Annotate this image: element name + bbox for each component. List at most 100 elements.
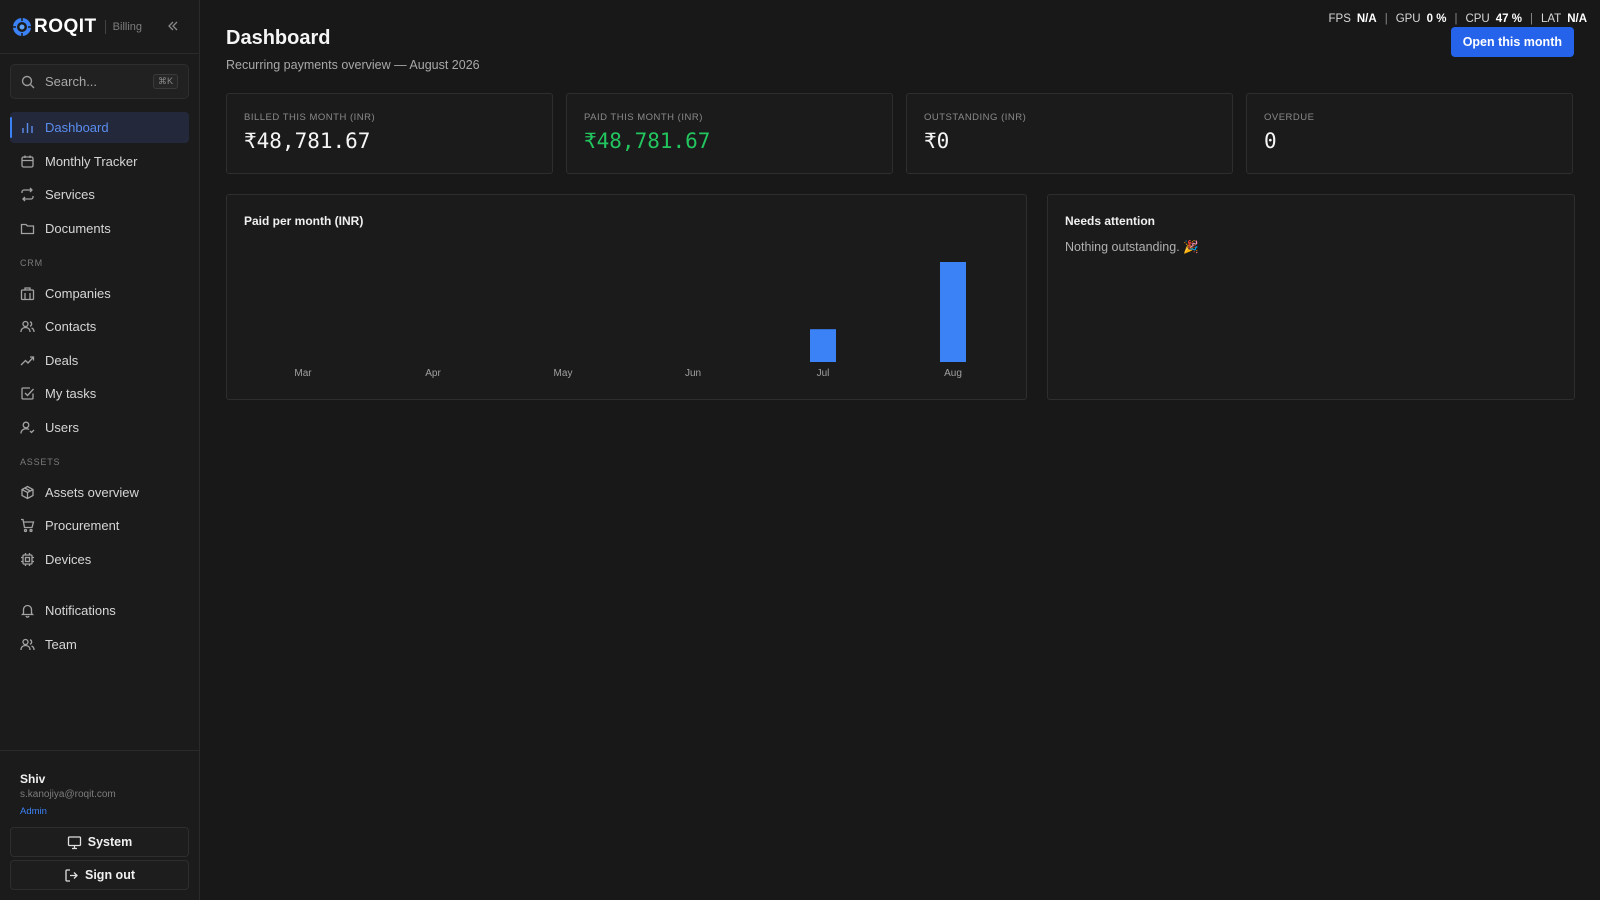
sidebar-item-label: Deals [45,352,79,368]
section-label-assets: ASSETS [20,456,61,467]
billed-card: BILLED THIS MONTH (INR) ₹48,781.67 [226,93,553,174]
sidebar-item-label: Dashboard [45,120,109,135]
bar-chart-icon [20,120,35,135]
sidebar-item-team[interactable]: Team [10,629,189,660]
search-placeholder: Search... [45,74,98,89]
building-icon [20,286,35,301]
sidebar-item-devices[interactable]: Devices [10,544,189,575]
outstanding-card: OUTSTANDING (INR) ₹0 [906,93,1233,174]
sidebar-item-label: Contacts [45,319,97,334]
user-check-icon [20,420,35,435]
trending-up-icon [20,353,35,368]
brand-subtitle: Billing [112,20,143,33]
overdue-card: OVERDUE 0 [1246,93,1573,174]
x-tick-label: May [554,368,573,379]
gpu-value: 0 % [1426,13,1447,25]
sidebar-item-label: Team [45,636,77,652]
sidebar-item-deals[interactable]: Deals [10,345,189,376]
sign-out-button[interactable]: Sign out [10,860,189,890]
sidebar: ROQIT Billing Search... ⌘K Dashboard Mon… [0,0,200,900]
theme-system-label: System [87,835,133,849]
bar-jul [810,329,836,362]
search-input[interactable]: Search... ⌘K [10,64,189,99]
stats-divider: | [1384,13,1388,25]
x-tick-label: Jul [817,368,830,379]
sidebar-item-assets-overview[interactable]: Assets overview [10,477,189,508]
brand-header: ROQIT Billing [0,0,199,54]
sidebar-item-label: Documents [45,220,111,236]
cpu-label: CPU [1465,13,1490,25]
check-square-icon [20,386,35,401]
user-email: s.kanojiya@roqit.com [20,789,116,800]
attention-message: Nothing outstanding. 🎉 [1065,240,1199,254]
sign-out-label: Sign out [85,868,135,882]
cart-icon [20,518,35,533]
fps-label: FPS [1328,13,1351,25]
sidebar-item-procurement[interactable]: Procurement [10,510,189,541]
sidebar-item-companies[interactable]: Companies [10,278,189,309]
user-role-badge: Admin [20,806,47,817]
sidebar-item-documents[interactable]: Documents [10,213,189,244]
page-subtitle: Recurring payments overview — August 202… [226,58,480,72]
card-value: ₹48,781.67 [244,129,371,153]
collapse-sidebar-icon[interactable] [165,18,181,34]
paid-per-month-chart: Paid per month (INR) Mar Apr May Jun Jul Aug [226,194,1027,400]
summary-cards: BILLED THIS MONTH (INR) ₹48,781.67 PAID … [226,93,1573,174]
cpu-value: 47 % [1495,13,1522,25]
sidebar-item-label: Services [45,187,95,202]
needs-attention-panel: Needs attention Nothing outstanding. 🎉 [1047,194,1575,400]
fps-value: N/A [1356,13,1377,25]
sidebar-item-label: Devices [45,551,92,567]
page-title: Dashboard [226,27,331,49]
card-label: PAID THIS MONTH (INR) [584,112,703,123]
lat-value: N/A [1567,13,1587,25]
bell-icon [20,603,35,618]
brand-name: ROQIT [34,15,97,37]
sidebar-item-users[interactable]: Users [10,412,189,443]
sidebar-item-label: Notifications [45,603,116,618]
paid-card: PAID THIS MONTH (INR) ₹48,781.67 [566,93,893,174]
sidebar-item-monthly-tracker[interactable]: Monthly Tracker [10,146,189,177]
sidebar-item-my-tasks[interactable]: My tasks [10,378,189,409]
sidebar-item-notifications[interactable]: Notifications [10,595,189,626]
stats-divider: | [1529,13,1533,25]
sidebar-item-label: Monthly Tracker [45,153,138,169]
user-name: Shiv [20,772,46,786]
performance-stats: FPS N/A | GPU 0 % | CPU 47 % | LAT N/A [1329,13,1588,25]
user-profile: Shiv s.kanojiya@roqit.com Admin System S… [0,750,199,900]
log-out-icon [64,868,79,883]
theme-system-button[interactable]: System [10,827,189,857]
sidebar-nav: Dashboard Monthly Tracker Services Docum… [0,112,199,660]
stats-divider: | [1454,13,1458,25]
brand-divider [104,19,106,34]
package-icon [20,485,35,500]
users-icon [20,319,35,334]
folder-icon [20,221,35,236]
sidebar-item-label: Companies [45,285,111,301]
search-shortcut: ⌘K [152,74,178,89]
card-value: ₹0 [924,129,950,153]
sidebar-item-dashboard[interactable]: Dashboard [10,112,189,143]
card-label: OUTSTANDING (INR) [924,112,1027,123]
sidebar-item-services[interactable]: Services [10,179,189,210]
repeat-icon [20,187,35,202]
open-this-month-button[interactable]: Open this month [1450,27,1574,57]
sidebar-item-label: Users [45,419,79,435]
section-label-crm: CRM [20,257,43,268]
x-tick-label: Apr [425,368,441,379]
sidebar-item-contacts[interactable]: Contacts [10,311,189,342]
card-value: 0 [1264,129,1277,153]
bar-chart: Mar Apr May Jun Jul Aug [294,262,966,379]
x-tick-label: Jun [685,368,701,379]
bar-aug [940,262,966,362]
calendar-icon [20,154,35,169]
sidebar-item-label: My tasks [45,386,97,401]
chip-icon [20,552,35,567]
sidebar-item-label: Assets overview [45,484,139,500]
logo-icon [12,17,32,37]
x-tick-label: Aug [944,368,962,379]
sidebar-item-label: Procurement [45,518,120,533]
search-icon [21,75,35,89]
gpu-label: GPU [1395,13,1421,25]
